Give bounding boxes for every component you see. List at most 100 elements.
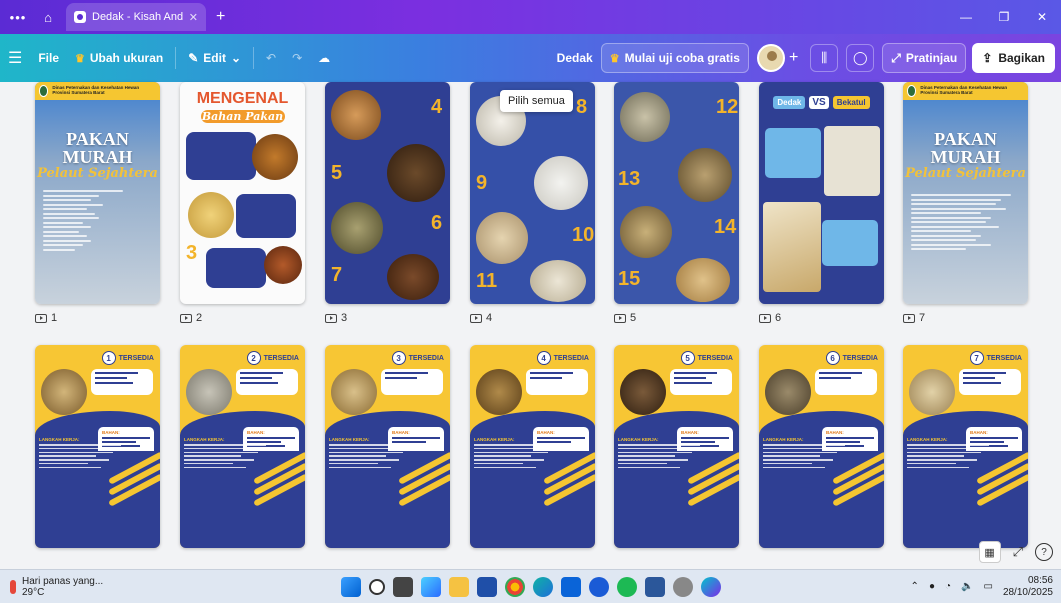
messenger-icon[interactable]	[588, 576, 609, 597]
step-number: 7	[331, 264, 343, 286]
start-icon[interactable]	[340, 576, 361, 597]
volume-icon[interactable]: 🔈	[961, 581, 973, 592]
edit-menu[interactable]: ✎ Edit ⌄	[180, 43, 249, 73]
undo-icon[interactable]: ↶	[258, 43, 284, 73]
spotify-icon[interactable]	[616, 576, 637, 597]
list-lines	[43, 190, 123, 253]
share-button[interactable]: ⇪ Bagikan	[972, 43, 1055, 73]
ingredients-heading: BAHAN:	[247, 430, 265, 435]
collaborators[interactable]: +	[749, 43, 806, 73]
ellipsis-icon[interactable]: •••	[0, 10, 36, 25]
page-label[interactable]: 4	[470, 312, 492, 324]
help-icon[interactable]: ?	[1035, 543, 1053, 561]
page-label[interactable]: 3	[325, 312, 347, 324]
fullscreen-icon[interactable]: ⤢	[1013, 544, 1023, 560]
availability-label: TERSEDIA	[118, 354, 154, 362]
wifi-icon[interactable]: ◔	[945, 581, 951, 592]
slide-thumbnail[interactable]: Dinas Peternakan dan Kesehatan Hewan Pro…	[903, 82, 1028, 304]
comment-icon[interactable]: ◯	[846, 44, 875, 72]
page-label[interactable]: 2	[180, 312, 202, 324]
close-tab-icon[interactable]: ✕	[189, 11, 198, 24]
preview-button[interactable]: ⤢ Pratinjau	[882, 43, 967, 73]
cloud-saved-icon[interactable]: ☁	[310, 43, 338, 73]
store-icon[interactable]	[476, 576, 497, 597]
ingredients-heading: BAHAN:	[537, 430, 555, 435]
slide-thumbnail[interactable]: MENGENAL Bahan Pakan 2 3	[180, 82, 305, 304]
canva-icon[interactable]	[700, 576, 721, 597]
page-number: 3	[341, 312, 348, 324]
info-panel	[186, 132, 256, 180]
slide-thumbnail[interactable]: 8 9 10 11	[470, 82, 595, 304]
search-icon[interactable]	[368, 578, 385, 595]
slide-thumbnail[interactable]: 2 TERSEDIA BAHAN: LANGKAH KERJA:	[180, 345, 305, 548]
upload-icon: ⇪	[982, 51, 993, 65]
step-number: 4	[431, 96, 443, 118]
clock[interactable]: 08:56 28/10/2025	[1003, 575, 1053, 599]
availability-label: TERSEDIA	[986, 354, 1022, 362]
app-icon[interactable]	[672, 576, 693, 597]
file-menu[interactable]: File	[30, 43, 67, 73]
widgets-icon[interactable]	[420, 576, 441, 597]
slide-thumbnail[interactable]: 4 5 6 7	[325, 82, 450, 304]
avatar[interactable]	[756, 44, 785, 72]
pencil-icon: ✎	[188, 51, 199, 65]
availability-badge: 3 TERSEDIA	[325, 345, 450, 365]
slide-thumbnail[interactable]: 5 TERSEDIA BAHAN: LANGKAH KERJA:	[614, 345, 739, 548]
bran-photo	[763, 202, 821, 292]
page-label[interactable]: 6	[759, 312, 781, 324]
grid-view-icon[interactable]: ▦	[978, 541, 1001, 563]
window-controls: — ❐ ✕	[947, 0, 1061, 34]
document-title[interactable]: Dedak	[549, 43, 601, 73]
slide-thumbnail[interactable]: Dedak VS Bekatul	[759, 82, 884, 304]
slide-thumbnail[interactable]: 12 13 14 15	[614, 82, 739, 304]
word-icon[interactable]	[644, 576, 665, 597]
restore-icon[interactable]: ❐	[985, 10, 1023, 24]
page-label[interactable]: 5	[614, 312, 636, 324]
divider	[175, 47, 177, 69]
file-explorer-icon[interactable]	[448, 576, 469, 597]
browser-tab-bar: ••• ⌂ Dedak - Kisah Anda... ✕ + — ❐ ✕	[0, 0, 1061, 34]
availability-badge: 1 TERSEDIA	[35, 345, 160, 365]
app-tray-icon[interactable]: ●	[929, 581, 935, 592]
tab-title: Dedak - Kisah Anda...	[92, 11, 183, 23]
browser-tab[interactable]: Dedak - Kisah Anda... ✕	[66, 3, 206, 31]
close-window-icon[interactable]: ✕	[1023, 10, 1061, 24]
battery-icon[interactable]: ▭	[983, 581, 992, 592]
time: 08:56	[1027, 574, 1053, 586]
food-photo	[476, 212, 528, 264]
ingredients-heading: BAHAN:	[392, 430, 410, 435]
thermometer-icon	[10, 579, 16, 594]
chevron-up-icon[interactable]: ⌃	[911, 581, 919, 592]
slide-thumbnail[interactable]: 1 TERSEDIA BAHAN: LANGKAH KERJA:	[35, 345, 160, 548]
slide-thumbnail[interactable]: Dinas Peternakan dan Kesehatan Hewan Pro…	[35, 82, 160, 304]
feed-photo	[331, 369, 377, 415]
mail-icon[interactable]	[560, 576, 581, 597]
feed-photo	[909, 369, 955, 415]
slide-grid: Dinas Peternakan dan Kesehatan Hewan Pro…	[0, 82, 1061, 572]
minimize-icon[interactable]: —	[947, 10, 985, 24]
resize-button[interactable]: ♛ Ubah ukuran	[67, 43, 171, 73]
new-tab-icon[interactable]: +	[216, 8, 225, 26]
slide-thumbnail[interactable]: 3 TERSEDIA BAHAN: LANGKAH KERJA:	[325, 345, 450, 548]
food-photo	[676, 258, 730, 302]
slide-thumbnail[interactable]: 7 TERSEDIA BAHAN: LANGKAH KERJA:	[903, 345, 1028, 548]
page-label[interactable]: 1	[35, 312, 57, 324]
free-trial-button[interactable]: ♛ Mulai uji coba gratis	[600, 43, 749, 73]
slide-thumbnail[interactable]: 4 TERSEDIA BAHAN: LANGKAH KERJA:	[470, 345, 595, 548]
weather-widget[interactable]: Hari panas yang... 29°C	[0, 576, 103, 598]
availability-badge: 6 TERSEDIA	[759, 345, 884, 365]
redo-icon[interactable]: ↷	[284, 43, 310, 73]
slide-thumbnail[interactable]: 6 TERSEDIA BAHAN: LANGKAH KERJA:	[759, 345, 884, 548]
chrome-icon[interactable]	[504, 576, 525, 597]
edit-label: Edit	[203, 51, 226, 65]
home-icon[interactable]: ⌂	[36, 5, 60, 29]
decorative-stripes	[830, 451, 884, 515]
page-label[interactable]: 7	[903, 312, 925, 324]
feed-photo	[41, 369, 87, 415]
add-collaborator-icon[interactable]: +	[789, 49, 798, 67]
task-view-icon[interactable]	[392, 576, 413, 597]
insights-icon[interactable]: ⫼	[810, 44, 839, 72]
edge-icon[interactable]	[532, 576, 553, 597]
hamburger-menu-icon[interactable]: ☰	[0, 43, 30, 73]
step-number: 9	[476, 172, 488, 194]
